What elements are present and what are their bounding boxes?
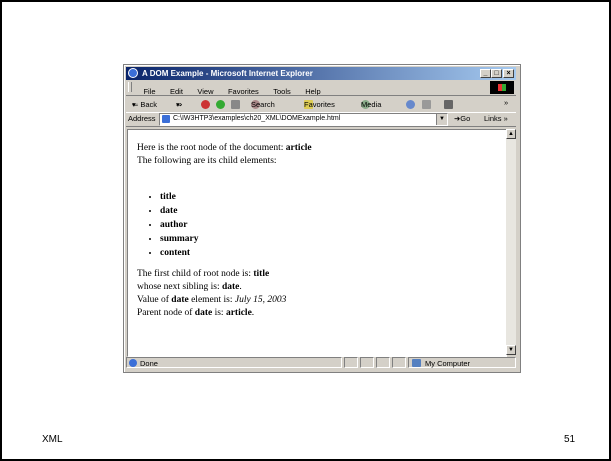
- stop-icon: [201, 100, 210, 109]
- back-dropdown-icon[interactable]: ▾: [132, 100, 136, 109]
- parent-node-line: Parent node of date is: article.: [137, 308, 254, 318]
- date-value-mid: element is:: [188, 295, 235, 305]
- page-icon: [162, 115, 170, 123]
- maximize-button[interactable]: □: [491, 69, 502, 78]
- first-child-value: title: [253, 269, 270, 279]
- list-item: content: [160, 246, 199, 260]
- address-url[interactable]: C:\IW3HTP3\examples\ch20_XML\DOMExample.…: [173, 115, 340, 122]
- history-icon: [406, 100, 415, 109]
- status-text: Done: [140, 359, 158, 368]
- status-bar: Done My Computer: [126, 357, 518, 369]
- root-node-value: article: [285, 143, 312, 153]
- vertical-scrollbar[interactable]: ▲ ▼: [506, 129, 516, 355]
- date-value-line: Value of date element is: July 15, 2003: [137, 295, 286, 305]
- scroll-up-icon[interactable]: ▲: [506, 129, 516, 139]
- parent-node-mid: is:: [212, 308, 226, 318]
- first-child-line: The first child of root node is: title: [137, 269, 269, 279]
- refresh-icon: [216, 100, 225, 109]
- sibling-text: whose next sibling is:: [137, 282, 222, 292]
- address-label: Address: [128, 114, 156, 123]
- mail-icon: [422, 100, 431, 109]
- page-number: 51: [564, 434, 576, 445]
- address-bar: Address C:\IW3HTP3\examples\ch20_XML\DOM…: [126, 113, 516, 127]
- windows-logo-icon: [490, 81, 514, 94]
- search-label: Search: [251, 100, 275, 109]
- scroll-down-icon[interactable]: ▼: [506, 345, 516, 355]
- parent-node-suffix: .: [251, 308, 255, 318]
- go-label: Go: [460, 114, 471, 123]
- sibling-suffix: .: [239, 282, 242, 292]
- ie-logo-icon: [128, 68, 138, 78]
- toolbar-more-button[interactable]: »: [504, 98, 508, 107]
- address-input[interactable]: C:\IW3HTP3\examples\ch20_XML\DOMExample.…: [159, 113, 448, 126]
- footer-left: XML: [42, 434, 63, 445]
- status-cell: [360, 357, 374, 368]
- slide: A DOM Example - Microsoft Internet Explo…: [0, 0, 611, 461]
- status-zone: My Computer: [408, 357, 516, 368]
- date-value: July 15, 2003: [234, 295, 287, 305]
- address-dropdown-icon[interactable]: ▼: [436, 114, 447, 125]
- status-cell: [376, 357, 390, 368]
- parent-node-prefix: Parent node of: [137, 308, 195, 318]
- date-element-name: date: [171, 295, 189, 305]
- child-elements-heading: The following are its child elements:: [137, 156, 277, 166]
- menu-bar: File Edit View Favorites Tools Help: [126, 81, 516, 96]
- status-zone-text: My Computer: [425, 359, 471, 368]
- menu-grip: [128, 82, 132, 92]
- status-cell: [344, 357, 358, 368]
- root-node-text: Here is the root node of the document:: [137, 143, 286, 153]
- child-elements-list: title date author summary content: [146, 190, 199, 260]
- forward-dropdown-icon[interactable]: ▾: [176, 100, 180, 109]
- browser-window: A DOM Example - Microsoft Internet Explo…: [123, 64, 521, 373]
- status-main: Done: [126, 357, 342, 368]
- date-value-prefix: Value of: [137, 295, 172, 305]
- media-label: Media: [361, 100, 382, 109]
- parent-node-element: date: [194, 308, 213, 318]
- computer-icon: [412, 359, 421, 367]
- page-content: Here is the root node of the document: a…: [127, 129, 507, 357]
- list-item: summary: [160, 232, 199, 246]
- toolbar: ⇐ Back ▾ ⇒ ▾ Search Favorites Media »: [126, 95, 516, 113]
- close-button[interactable]: ×: [503, 69, 514, 78]
- list-item: title: [160, 190, 199, 204]
- window-title: A DOM Example - Microsoft Internet Explo…: [142, 69, 313, 78]
- minimize-button[interactable]: _: [480, 69, 491, 78]
- favorites-label: Favorites: [304, 100, 335, 109]
- ie-page-icon: [129, 359, 137, 367]
- root-node-line: Here is the root node of the document: a…: [137, 143, 312, 153]
- status-cell: [392, 357, 406, 368]
- first-child-text: The first child of root node is:: [137, 269, 254, 279]
- go-button[interactable]: ➜Go: [454, 114, 470, 123]
- list-item: author: [160, 218, 199, 232]
- sibling-line: whose next sibling is: date.: [137, 282, 242, 292]
- title-bar[interactable]: A DOM Example - Microsoft Internet Explo…: [126, 67, 516, 80]
- parent-node-value: article: [225, 308, 252, 318]
- sibling-value: date: [221, 282, 240, 292]
- list-item: date: [160, 204, 199, 218]
- links-button[interactable]: Links »: [484, 114, 508, 123]
- home-icon: [231, 100, 240, 109]
- print-icon: [444, 100, 453, 109]
